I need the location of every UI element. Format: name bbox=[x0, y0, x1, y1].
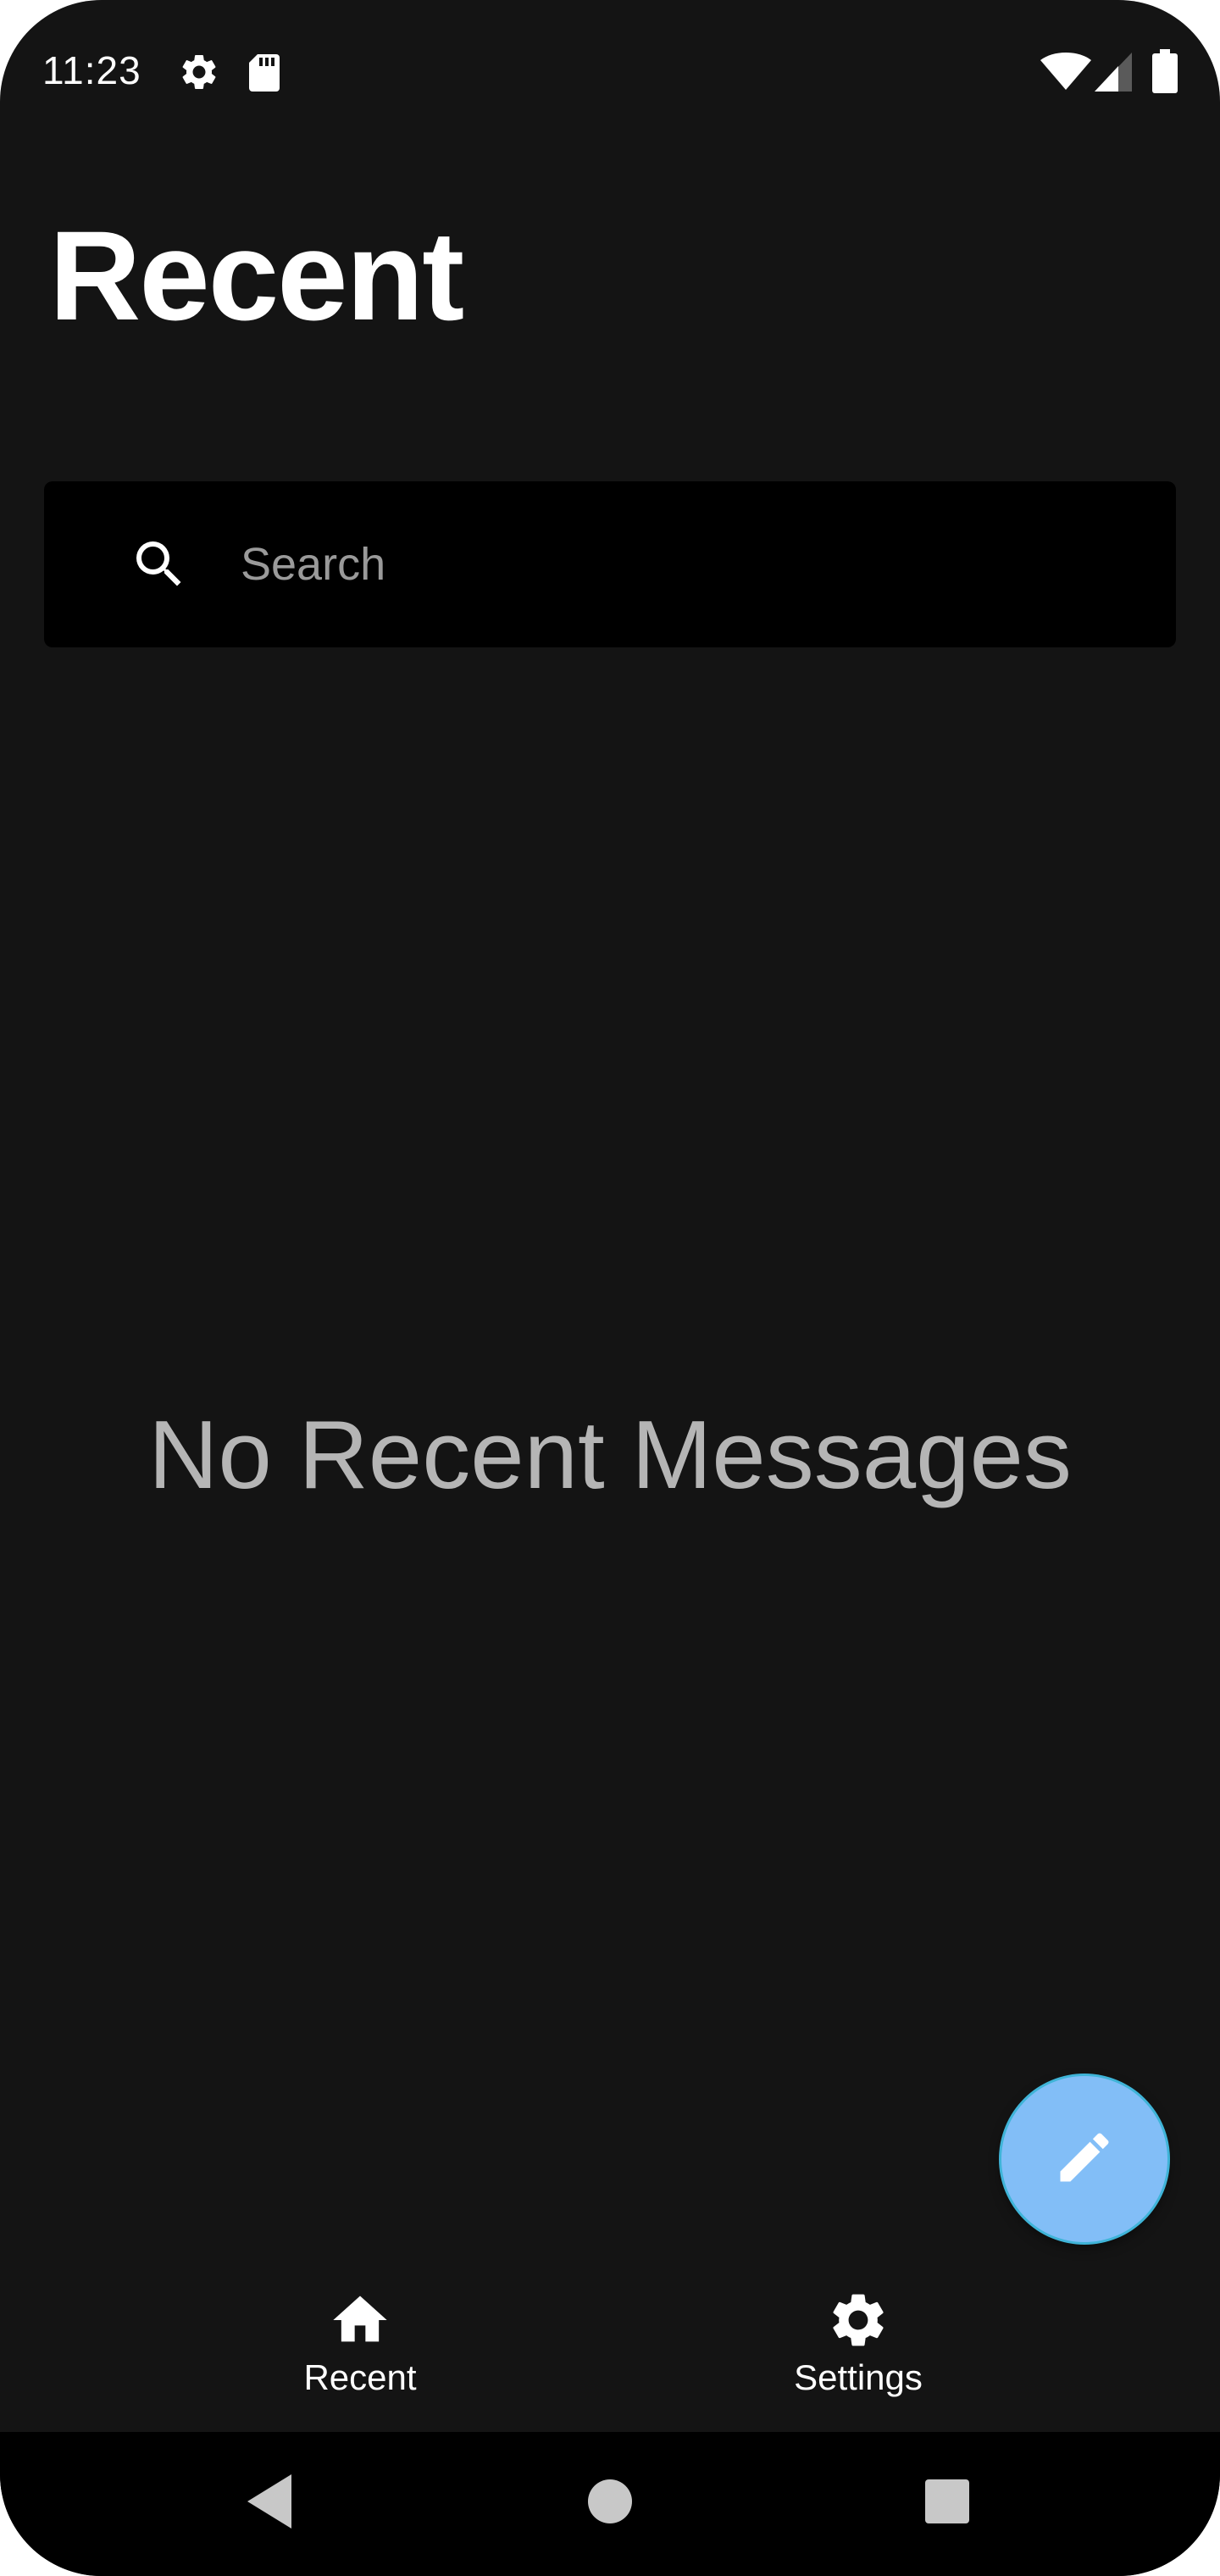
nav-item-settings[interactable]: Settings bbox=[731, 2288, 985, 2423]
bottom-navigation: Recent Settings bbox=[0, 2271, 1220, 2432]
search-icon[interactable] bbox=[129, 534, 190, 595]
battery-icon bbox=[1152, 49, 1178, 97]
home-circle-icon[interactable] bbox=[576, 2468, 644, 2535]
page-title: Recent bbox=[49, 204, 464, 347]
nav-label-recent: Recent bbox=[303, 2357, 417, 2397]
settings-gear-icon bbox=[178, 51, 220, 97]
system-navigation-bar bbox=[0, 2432, 1220, 2576]
nav-item-recent[interactable]: Recent bbox=[233, 2288, 487, 2423]
pencil-icon bbox=[1052, 2125, 1117, 2194]
status-time: 11:23 bbox=[42, 48, 141, 92]
recents-square-icon[interactable] bbox=[913, 2468, 981, 2535]
cell-signal-icon bbox=[1095, 53, 1132, 96]
nav-label-settings: Settings bbox=[794, 2357, 923, 2397]
compose-fab-button[interactable] bbox=[1001, 2076, 1167, 2242]
search-input[interactable] bbox=[241, 522, 1139, 607]
wifi-icon bbox=[1040, 53, 1091, 96]
phone-screen: 11:23 Recent Search No Recent Messages R… bbox=[0, 0, 1220, 2576]
empty-state-message: No Recent Messages bbox=[148, 1402, 1072, 1509]
gear-icon bbox=[826, 2288, 890, 2352]
search-bar[interactable] bbox=[44, 481, 1176, 647]
back-icon[interactable] bbox=[236, 2468, 303, 2535]
home-icon bbox=[328, 2288, 392, 2352]
sd-card-icon bbox=[246, 53, 283, 97]
status-bar: 11:23 bbox=[0, 0, 1220, 144]
